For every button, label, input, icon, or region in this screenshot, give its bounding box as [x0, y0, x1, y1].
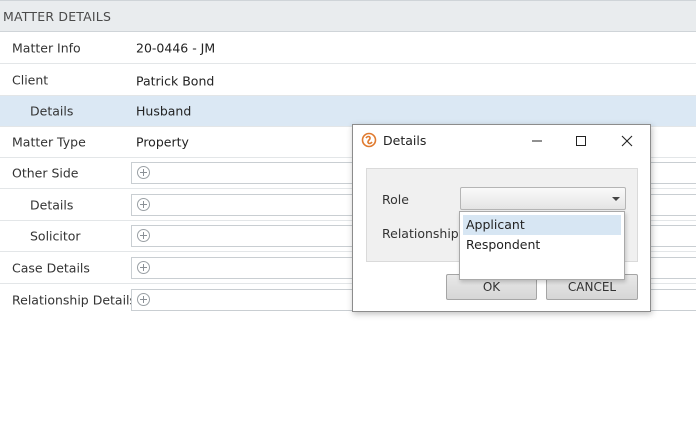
- row-label: Case Details: [12, 260, 90, 275]
- chevron-down-icon[interactable]: [612, 197, 620, 201]
- matter-details-header: MATTER DETAILS: [0, 0, 696, 32]
- section-title: MATTER DETAILS: [3, 9, 112, 24]
- row-label: Details: [30, 197, 74, 212]
- row-label: Other Side: [12, 165, 79, 181]
- matter-info-row: Matter Info 20-0446 - JM: [0, 32, 696, 64]
- role-dropdown[interactable]: [460, 187, 626, 210]
- role-label: Role: [382, 192, 409, 207]
- minimize-icon[interactable]: [523, 130, 551, 152]
- client-value[interactable]: Patrick Bond: [136, 73, 214, 88]
- row-label: Matter Type: [12, 134, 86, 150]
- option-applicant[interactable]: Applicant: [463, 215, 621, 235]
- role-options-list: Applicant Respondent: [459, 211, 625, 280]
- relationship-label: Relationship: [382, 226, 459, 241]
- row-label: Client: [12, 72, 49, 87]
- row-label: Relationship Details: [12, 292, 137, 307]
- app-logo-icon: [361, 132, 377, 148]
- row-label: Solicitor: [30, 228, 81, 244]
- option-respondent[interactable]: Respondent: [463, 235, 621, 255]
- dialog-title: Details: [383, 133, 427, 148]
- matter-info-value: 20-0446 - JM: [136, 40, 216, 55]
- client-details-row[interactable]: Details Husband: [0, 96, 696, 127]
- row-label: Details: [30, 103, 74, 119]
- close-icon[interactable]: [613, 130, 641, 152]
- client-details-value[interactable]: Husband: [136, 104, 191, 119]
- add-icon[interactable]: [137, 197, 150, 211]
- add-icon[interactable]: [137, 166, 150, 179]
- add-icon[interactable]: [137, 292, 150, 306]
- add-icon[interactable]: [137, 229, 150, 242]
- client-row[interactable]: Client Patrick Bond: [0, 64, 696, 96]
- row-label: Matter Info: [12, 40, 81, 55]
- matter-type-value: Property: [136, 134, 189, 150]
- maximize-icon[interactable]: [567, 130, 595, 152]
- add-icon[interactable]: [137, 260, 150, 274]
